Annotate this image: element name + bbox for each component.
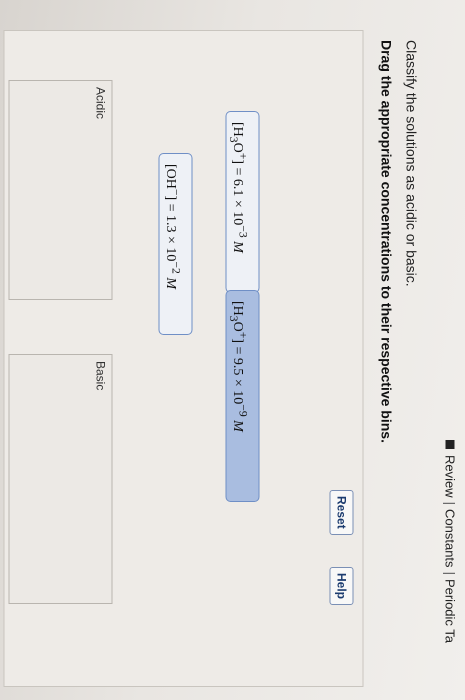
reset-button[interactable]: Reset [329,490,353,535]
chip-text-value: ] = 1.3 × 10 [162,195,178,262]
chip-unit: M [229,237,245,253]
chip-text-value: ] = 6.1 × 10 [229,159,245,226]
chip-unit: M [162,273,178,289]
link-separator: | [442,501,458,506]
resource-links-bar: Review | Constants | Periodic Ta [439,440,461,700]
question-instruction: Classify the solutions as acidic or basi… [403,40,419,287]
chip-text-mid: O [229,321,245,332]
question-prompt: Drag the appropriate concentrations to t… [378,40,394,443]
chip-exponent: −9 [236,404,249,417]
chip-text-pre: [OH [162,164,178,189]
acidic-bin[interactable]: Acidic [8,80,112,300]
chip-text-pre: [H [229,301,245,316]
chip-text-value: ] = 9.5 × 10 [229,338,245,405]
chip-text-mid: O [229,142,245,153]
chip-exponent: −3 [236,225,249,238]
link-separator: | [442,571,458,575]
basic-bin[interactable]: Basic [8,354,112,604]
concentration-chip-hydronium-9.5e-9[interactable]: [H3O+] = 9.5 × 10−9 M [225,290,259,502]
chip-text-pre: [H [229,122,245,137]
chip-unit: M [229,416,245,432]
concentration-chip-hydroxide-1.3e-2[interactable]: [OH−] = 1.3 × 10−2 M [158,153,192,335]
rotated-page: Review | Constants | Periodic Ta Classif… [0,0,465,700]
chip-exponent: −2 [169,261,182,274]
constants-link[interactable]: Constants [443,509,458,568]
help-button[interactable]: Help [329,567,353,606]
review-square-icon [445,440,455,449]
review-link[interactable]: Review [443,455,458,498]
concentration-chip-hydronium-6.1e-3[interactable]: [H3O+] = 6.1 × 10−3 M [225,111,259,293]
basic-bin-label: Basic [93,361,107,391]
acidic-bin-label: Acidic [93,87,107,120]
periodic-table-link[interactable]: Periodic Ta [443,579,458,643]
